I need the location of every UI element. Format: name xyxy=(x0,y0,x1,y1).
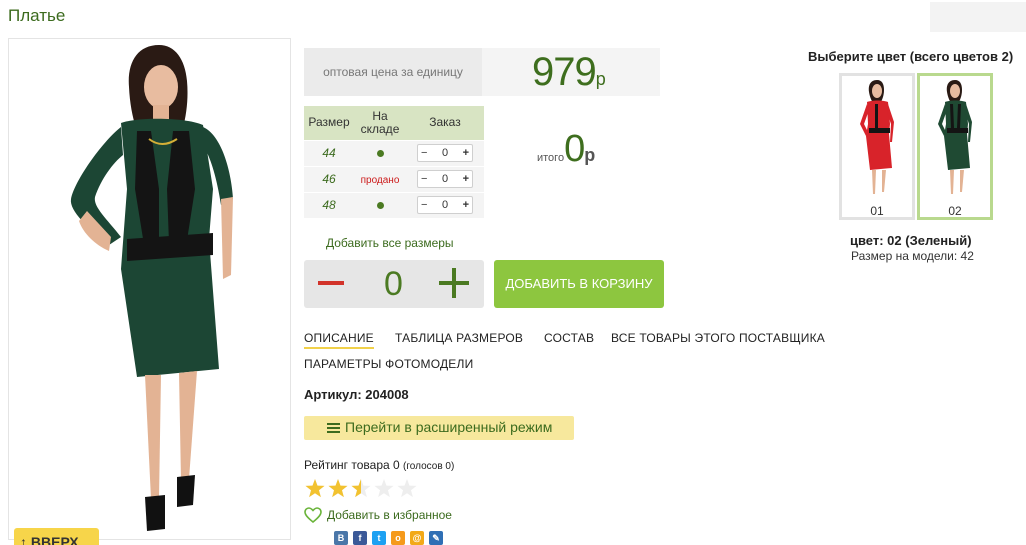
tab-model-parameters[interactable]: ПАРАМЕТРЫ ФОТОМОДЕЛИ xyxy=(304,357,473,371)
facebook-icon[interactable]: f xyxy=(353,531,367,545)
total-label: итого xyxy=(537,152,565,164)
order-cell: − 0 + xyxy=(406,165,484,192)
price-value: 979р xyxy=(532,50,606,94)
header-order: Заказ xyxy=(406,106,484,140)
price-label: оптовая цена за единицу xyxy=(304,48,482,96)
model-size-label: Размер на модели: 42 xyxy=(851,249,974,263)
extended-mode-button[interactable]: Перейти в расширенный режим xyxy=(304,416,574,440)
color-option-number: 01 xyxy=(870,204,884,218)
stock-cell xyxy=(354,191,406,218)
extended-mode-label: Перейти в расширенный режим xyxy=(345,419,553,435)
decrement-button[interactable]: − xyxy=(421,197,427,213)
increment-button[interactable]: + xyxy=(463,197,469,213)
star-empty-icon[interactable] xyxy=(374,479,394,498)
color-option-01[interactable]: 01 xyxy=(839,73,915,220)
quantity-input[interactable]: 0 xyxy=(442,197,448,213)
size-value: 46 xyxy=(304,165,354,192)
rating-stars[interactable] xyxy=(304,478,420,500)
color-option-02[interactable]: 02 xyxy=(917,73,993,220)
page-title: Платье xyxy=(8,6,66,25)
in-stock-dot-icon xyxy=(376,150,384,157)
quantity-input[interactable]: 0 xyxy=(442,171,448,187)
tab-supplier-products[interactable]: ВСЕ ТОВАРЫ ЭТОГО ПОСТАВЩИКА xyxy=(611,331,825,345)
list-icon xyxy=(327,423,340,433)
plus-icon[interactable] xyxy=(439,268,469,298)
in-stock-dot-icon xyxy=(376,202,384,210)
minus-icon[interactable] xyxy=(318,281,344,285)
star-filled-icon[interactable] xyxy=(328,479,348,498)
size-table: Размер На складе Заказ 44 − 0 + 46 прода… xyxy=(304,106,484,218)
table-row: 48 − 0 + xyxy=(304,191,484,218)
order-cell: − 0 + xyxy=(406,191,484,218)
scroll-up-button[interactable]: ↑ ВВЕРХ xyxy=(14,528,99,545)
twitter-icon[interactable]: t xyxy=(372,531,386,545)
odnoklassniki-icon[interactable]: о xyxy=(391,531,405,545)
selected-color-label: цвет: 02 (Зеленый) xyxy=(850,233,972,248)
color-thumbnail xyxy=(938,80,972,194)
color-thumbnail xyxy=(860,80,894,194)
table-row: 44 − 0 + xyxy=(304,139,484,166)
order-cell: − 0 + xyxy=(406,139,484,166)
decrement-button[interactable]: − xyxy=(421,171,427,187)
livejournal-icon[interactable]: ✎ xyxy=(429,531,443,545)
increment-button[interactable]: + xyxy=(463,171,469,187)
heart-icon xyxy=(304,507,322,523)
increment-button[interactable]: + xyxy=(463,145,469,161)
add-to-cart-button[interactable]: ДОБАВИТЬ В КОРЗИНУ xyxy=(494,260,664,308)
color-option-number: 02 xyxy=(948,204,962,218)
total-currency: р xyxy=(584,145,596,165)
quantity-stepper: − 0 + xyxy=(417,170,473,188)
arrow-up-icon: ↑ xyxy=(20,534,27,545)
star-filled-icon[interactable] xyxy=(305,479,325,498)
quantity-stepper: − 0 + xyxy=(417,144,473,162)
quantity-stepper: − 0 + xyxy=(417,196,473,215)
header-size: Размер xyxy=(304,106,354,140)
size-value: 44 xyxy=(304,139,354,166)
quantity-value[interactable]: 0 xyxy=(384,265,403,304)
total-value: 0 xyxy=(564,128,585,170)
tab-composition[interactable]: СОСТАВ xyxy=(544,331,594,345)
header-stock: На складе xyxy=(354,106,406,140)
decrement-button[interactable]: − xyxy=(421,145,427,161)
sold-out-label: продано xyxy=(360,175,400,186)
size-table-header: Размер На складе Заказ xyxy=(304,106,484,140)
color-selector-title: Выберите цвет (всего цветов 2) xyxy=(808,49,1014,64)
tab-description[interactable]: ОПИСАНИЕ xyxy=(304,331,374,349)
star-empty-icon[interactable] xyxy=(397,479,417,498)
rating-text: Рейтинг товара 0 (голосов 0) xyxy=(304,458,455,472)
favorites-label: Добавить в избранное xyxy=(327,508,452,522)
stock-cell xyxy=(354,139,406,166)
tab-size-chart[interactable]: ТАБЛИЦА РАЗМЕРОВ xyxy=(395,331,523,345)
quantity-input[interactable]: 0 xyxy=(442,145,448,161)
order-total: итого0р xyxy=(537,128,595,171)
add-all-sizes-link[interactable]: Добавить все размеры xyxy=(326,236,454,250)
model-illustration xyxy=(70,45,233,531)
vk-icon[interactable]: В xyxy=(334,531,348,545)
mail-ru-icon[interactable]: @ xyxy=(410,531,424,545)
top-right-panel xyxy=(930,2,1026,32)
stock-cell: продано xyxy=(354,165,406,192)
sku-label: Артикул: 204008 xyxy=(304,387,409,402)
product-photo[interactable] xyxy=(8,38,291,540)
size-value: 48 xyxy=(304,191,354,218)
table-row: 46 продано − 0 + xyxy=(304,165,484,192)
price-box: оптовая цена за единицу 979р xyxy=(304,48,660,96)
quantity-stepper-large: 0 xyxy=(304,260,484,308)
